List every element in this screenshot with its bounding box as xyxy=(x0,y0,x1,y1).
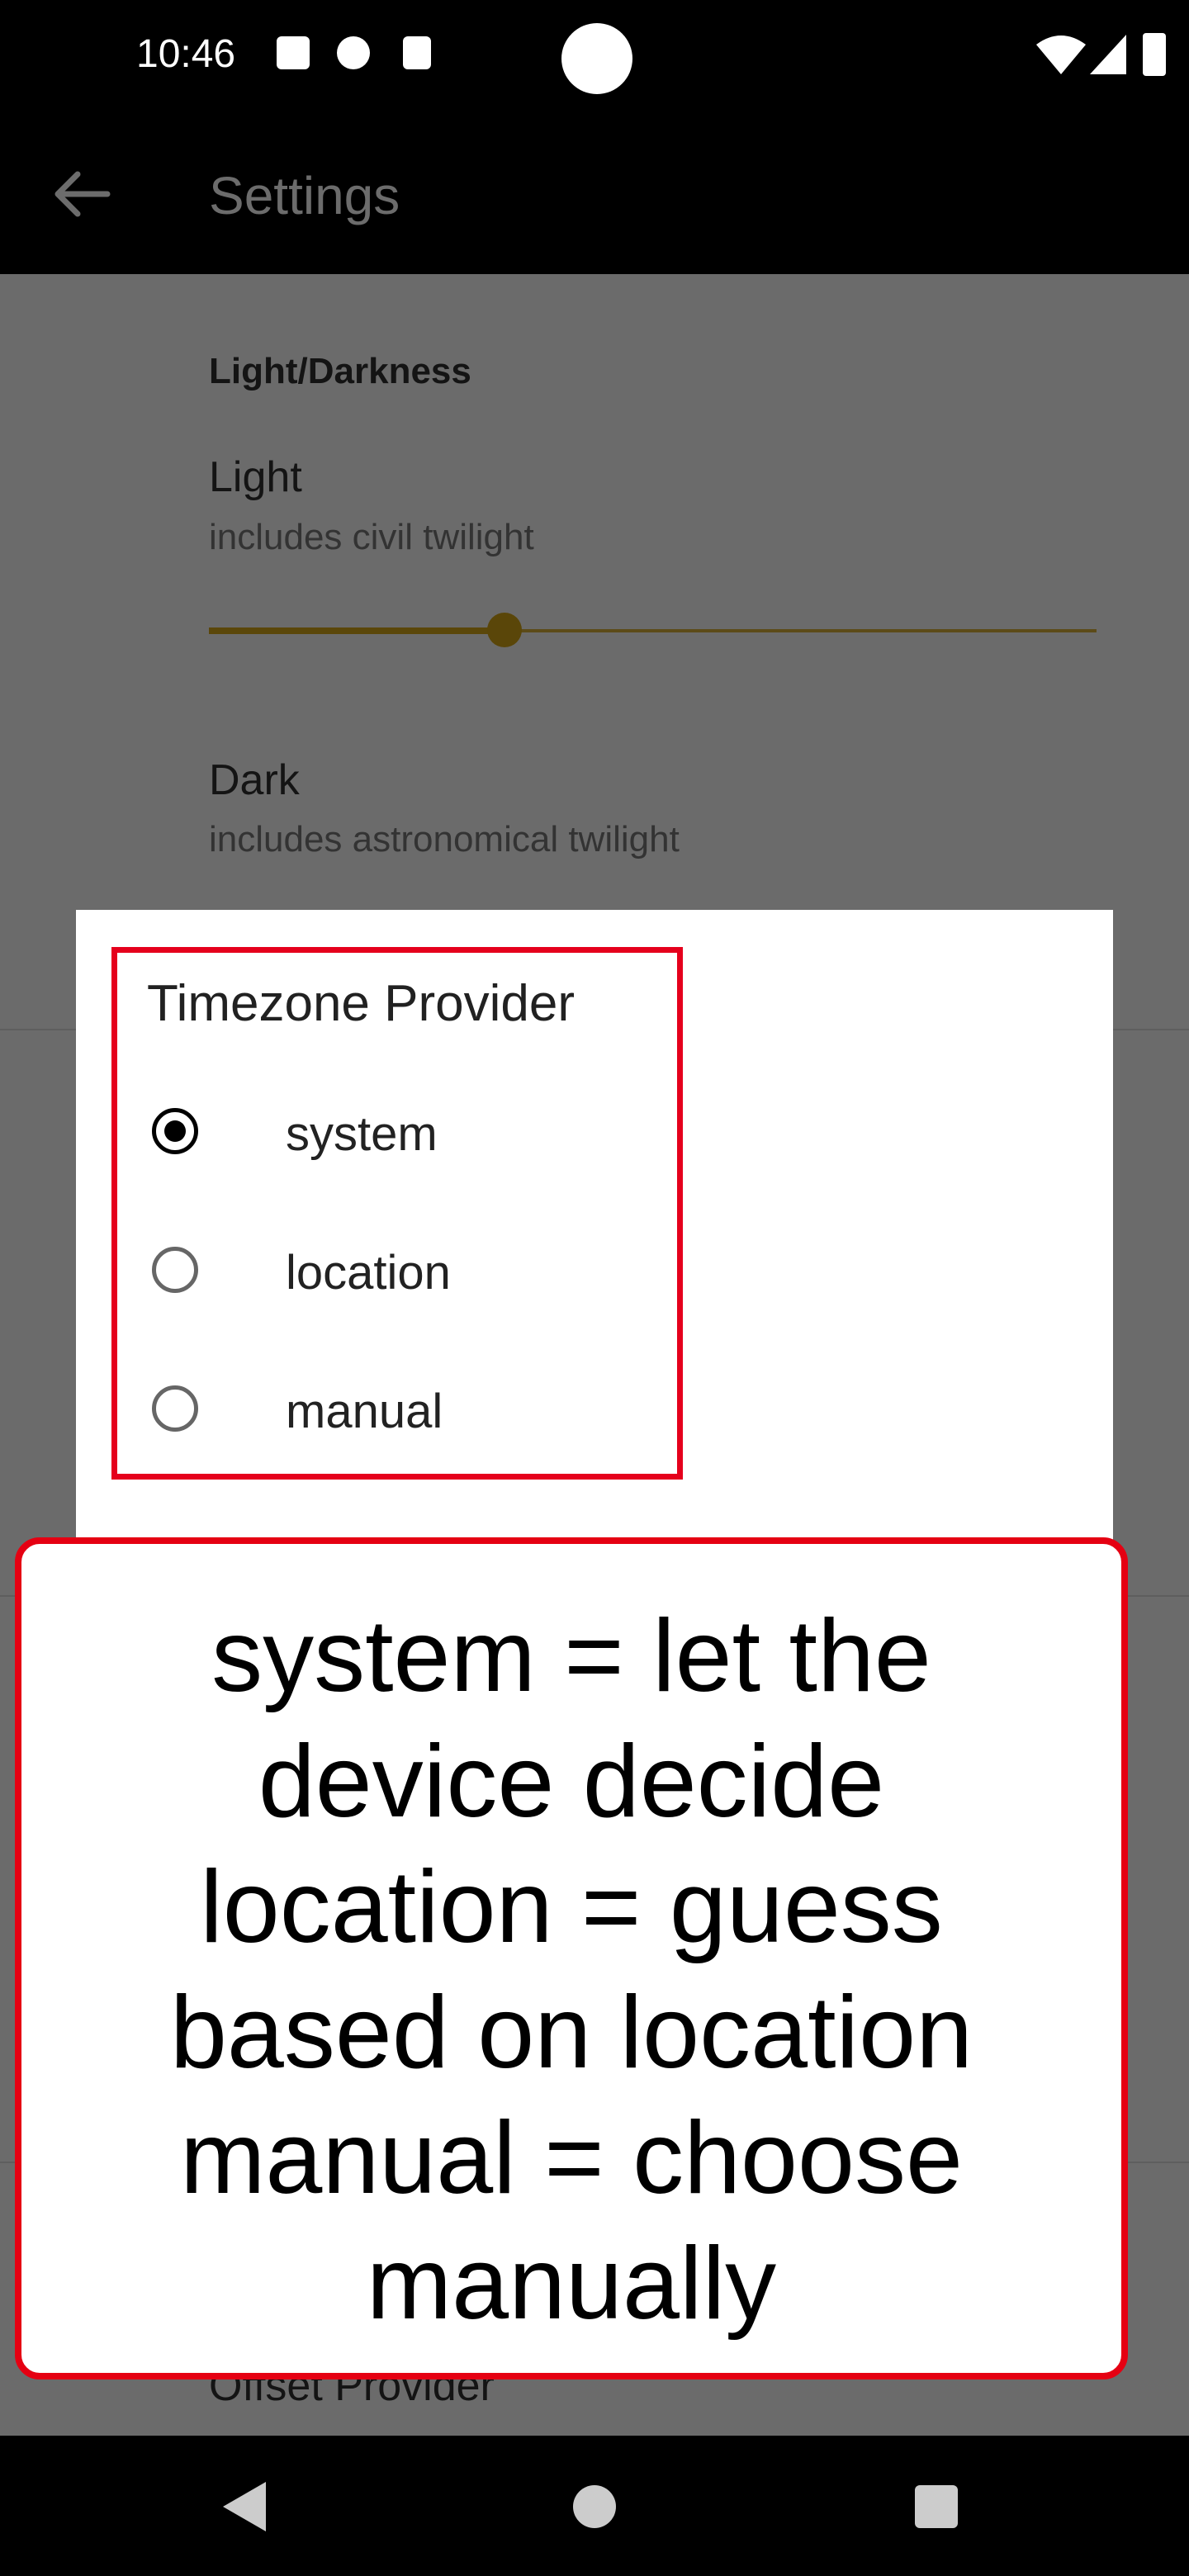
camera-cutout xyxy=(561,23,632,94)
dark-pref-summary: includes astronomical twilight xyxy=(209,819,680,859)
radio-unchecked-icon[interactable] xyxy=(152,1247,198,1293)
p-icon xyxy=(337,36,370,69)
sd-card-icon xyxy=(403,36,431,69)
radio-label: manual xyxy=(286,1385,443,1438)
callout-line: system = let the xyxy=(211,1599,931,1713)
page-title: Settings xyxy=(209,166,400,225)
callout-line: manual = choose xyxy=(180,2101,963,2215)
section-title: Light/Darkness xyxy=(209,351,471,391)
radio-option-location[interactable]: location xyxy=(147,1227,642,1326)
light-pref-title: Light xyxy=(209,453,302,501)
dark-pref-title: Dark xyxy=(209,756,300,804)
arrow-left-icon[interactable] xyxy=(50,161,116,227)
callout-text: system = let the device decide location … xyxy=(58,1593,1085,2346)
wifi-icon xyxy=(1036,36,1086,74)
radio-label: system xyxy=(286,1107,438,1161)
radio-option-manual[interactable]: manual xyxy=(147,1366,642,1465)
radio-option-system[interactable]: system xyxy=(147,1088,642,1187)
light-slider-active xyxy=(209,627,504,634)
light-pref-summary: includes civil twilight xyxy=(209,517,534,557)
radio-checked-icon[interactable] xyxy=(152,1108,198,1154)
radio-unchecked-icon[interactable] xyxy=(152,1385,198,1432)
callout-line: location = guess xyxy=(200,1850,943,1964)
signal-icon xyxy=(1090,35,1126,74)
status-time: 10:46 xyxy=(136,32,236,76)
callout-line: manually xyxy=(366,2227,777,2341)
light-slider-thumb[interactable] xyxy=(487,613,522,647)
dialog-title: Timezone Provider xyxy=(147,975,576,1032)
callout-line: device decide xyxy=(258,1725,885,1839)
battery-icon xyxy=(1143,33,1166,76)
back-triangle-icon[interactable] xyxy=(223,2482,266,2531)
app-toolbar xyxy=(0,116,1189,274)
a-icon xyxy=(277,36,310,69)
recents-square-icon[interactable] xyxy=(915,2485,958,2528)
radio-label: location xyxy=(286,1246,451,1300)
home-circle-icon[interactable] xyxy=(573,2485,616,2528)
callout-line: based on location xyxy=(169,1976,973,2090)
